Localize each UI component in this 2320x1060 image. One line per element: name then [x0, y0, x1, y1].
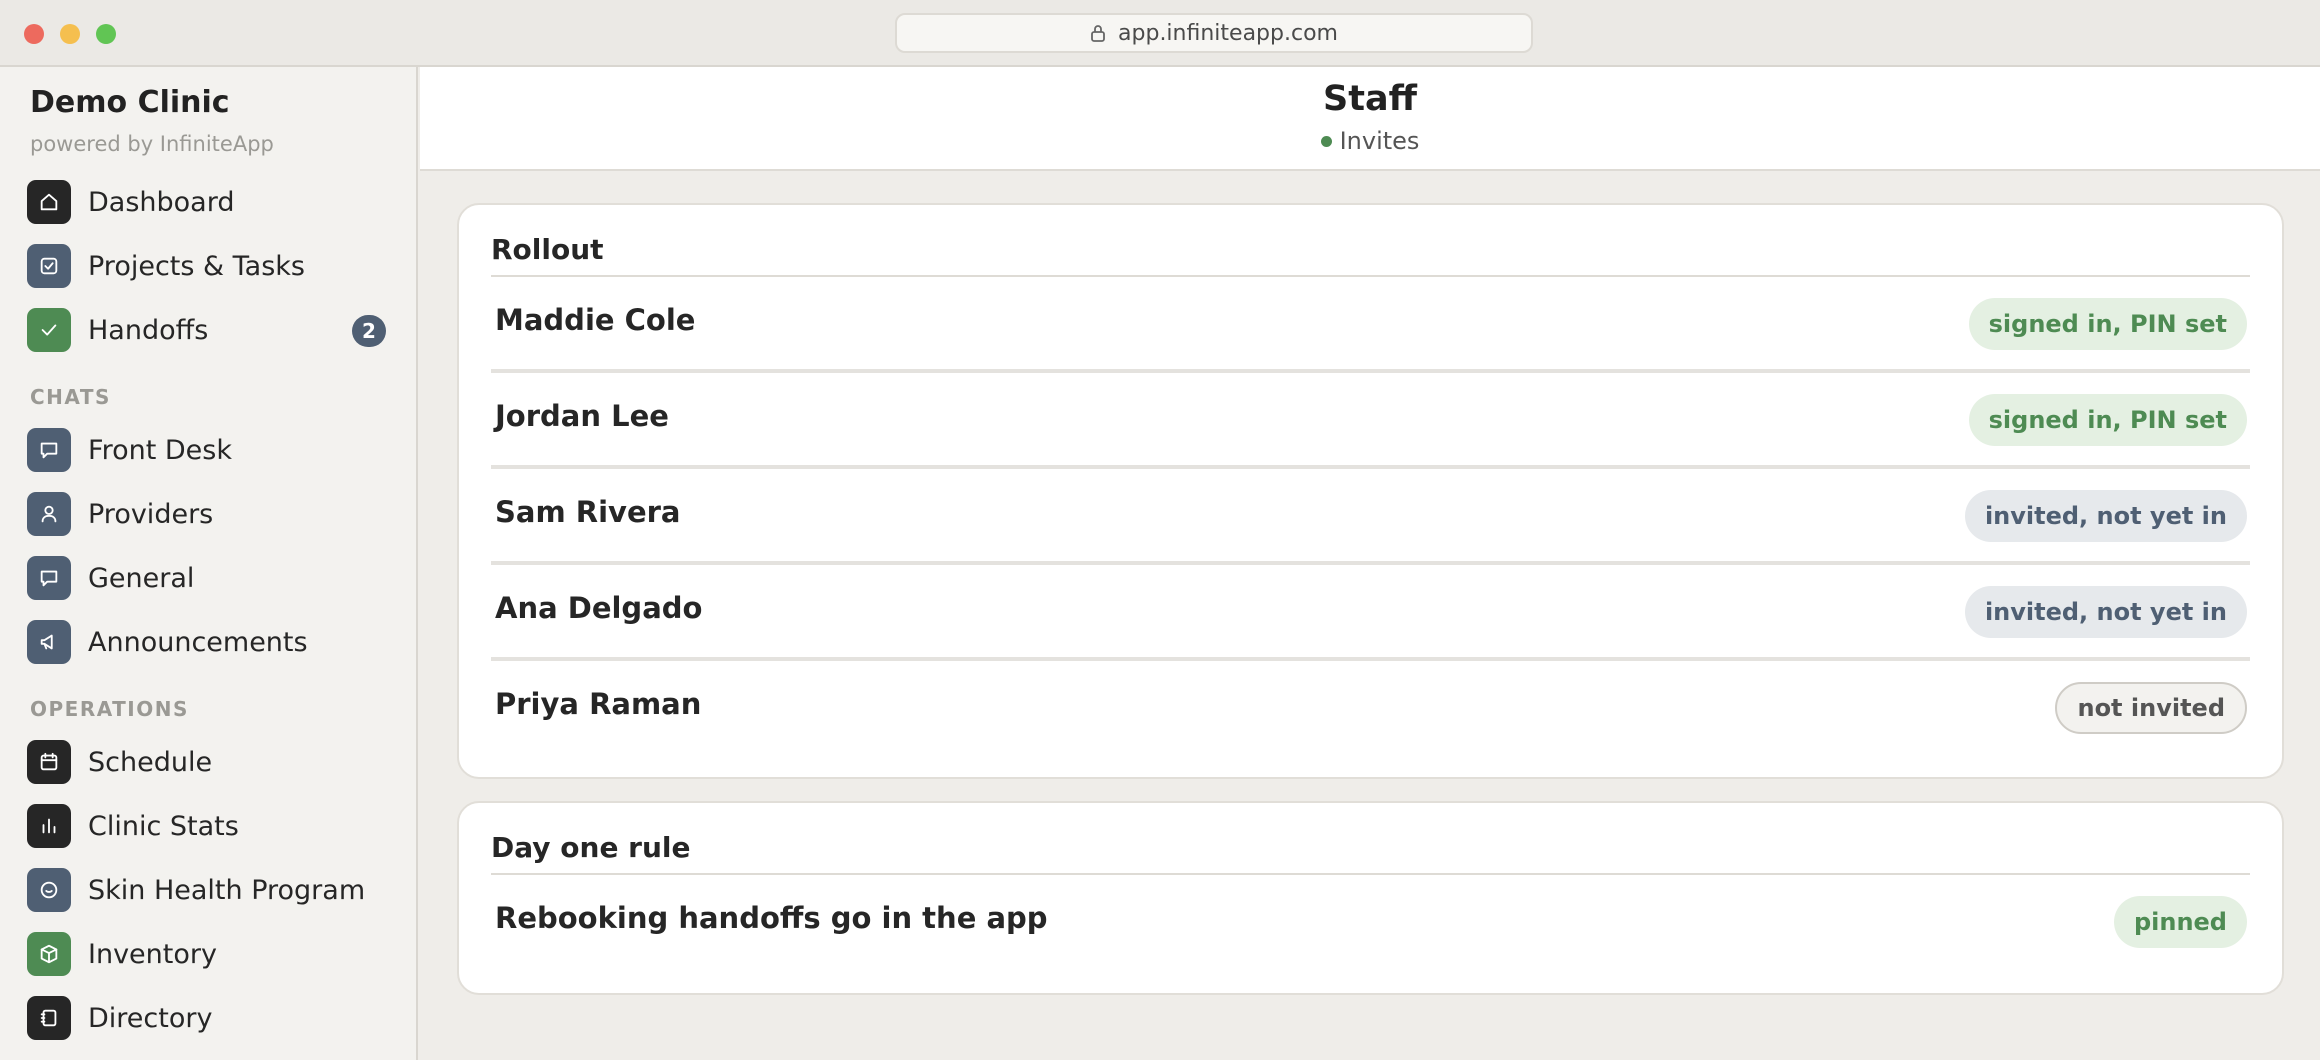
sidebar-item-clinic-stats[interactable]: Clinic Stats: [27, 803, 397, 849]
staff-row[interactable]: Maddie Cole signed in, PIN set: [491, 277, 2250, 373]
close-window-button[interactable]: [24, 24, 44, 44]
sidebar-item-label: Projects & Tasks: [88, 250, 306, 282]
sidebar-item-label: Directory: [88, 1002, 213, 1034]
person-icon: [27, 492, 71, 536]
sidebar-item-providers[interactable]: Providers: [27, 491, 397, 537]
rollout-card-title: Rollout: [491, 233, 604, 266]
contact-book-icon: [27, 996, 71, 1040]
brand: Demo Clinic powered by InfiniteApp: [30, 85, 274, 156]
lock-icon: [1091, 25, 1105, 42]
check-icon: [27, 308, 71, 352]
staff-row[interactable]: Jordan Lee signed in, PIN set: [491, 373, 2250, 469]
url-text: app.infiniteapp.com: [1118, 20, 1338, 46]
pinned-badge: pinned: [2113, 896, 2247, 948]
staff-name: Ana Delgado: [495, 591, 703, 625]
section-label-chats: CHATS: [30, 385, 111, 409]
page-header: Staff Invites: [420, 67, 2320, 171]
sidebar-item-label: Inventory: [88, 938, 217, 970]
sidebar-item-inventory[interactable]: Inventory: [27, 931, 397, 977]
megaphone-icon: [27, 620, 71, 664]
status-badge: signed in, PIN set: [1968, 394, 2247, 446]
status-badge: invited, not yet in: [1964, 586, 2247, 638]
sidebar-item-front-desk[interactable]: Front Desk: [27, 427, 397, 473]
address-bar[interactable]: app.infiniteapp.com: [895, 13, 1533, 53]
day-one-card-title: Day one rule: [491, 831, 691, 864]
staff-row[interactable]: Priya Raman not invited: [491, 661, 2250, 757]
sidebar-item-general[interactable]: General: [27, 555, 397, 601]
section-label-operations: OPERATIONS: [30, 697, 189, 721]
sidebar-item-dashboard[interactable]: Dashboard: [27, 179, 397, 225]
staff-name: Maddie Cole: [495, 303, 696, 337]
sidebar-item-label: Announcements: [88, 626, 308, 658]
sidebar-item-projects-tasks[interactable]: Projects & Tasks: [27, 243, 397, 289]
minimize-window-button[interactable]: [60, 24, 80, 44]
brand-subtitle: powered by InfiniteApp: [30, 132, 274, 156]
handoffs-count-badge: 2: [352, 315, 386, 347]
sidebar-item-label: Dashboard: [88, 186, 235, 218]
sidebar-item-handoffs[interactable]: Handoffs 2: [27, 307, 397, 353]
page-title: Staff: [1323, 79, 1417, 119]
sidebar-item-label: Providers: [88, 498, 214, 530]
sidebar-item-directory[interactable]: Directory: [27, 995, 397, 1041]
checkbox-icon: [27, 244, 71, 288]
sidebar-item-label: Clinic Stats: [88, 810, 239, 842]
calendar-icon: [27, 740, 71, 784]
rollout-card: Rollout Maddie Cole signed in, PIN set J…: [457, 203, 2284, 779]
staff-name: Priya Raman: [495, 687, 702, 721]
staff-row[interactable]: Ana Delgado invited, not yet in: [491, 565, 2250, 661]
sidebar-item-announcements[interactable]: Announcements: [27, 619, 397, 665]
status-dot-icon: [1320, 135, 1332, 147]
home-icon: [27, 180, 71, 224]
sidebar-item-label: Handoffs: [88, 314, 209, 346]
sidebar: Demo Clinic powered by InfiniteApp Dashb…: [0, 67, 418, 1060]
page-subtitle: Invites: [420, 127, 2320, 155]
staff-name: Jordan Lee: [495, 399, 669, 433]
status-badge: signed in, PIN set: [1968, 298, 2247, 350]
rule-text: Rebooking handoffs go in the app: [495, 901, 1048, 935]
sidebar-item-schedule[interactable]: Schedule: [27, 739, 397, 785]
chat-bubble-icon: [27, 556, 71, 600]
sidebar-item-label: Front Desk: [88, 434, 232, 466]
status-badge: invited, not yet in: [1964, 490, 2247, 542]
sidebar-item-label: Skin Health Program: [88, 874, 366, 906]
sidebar-item-label: General: [88, 562, 195, 594]
staff-name: Sam Rivera: [495, 495, 681, 529]
sidebar-item-label: Schedule: [88, 746, 213, 778]
day-one-rule-card: Day one rule Rebooking handoffs go in th…: [457, 801, 2284, 995]
chat-bubble-icon: [27, 428, 71, 472]
status-badge[interactable]: not invited: [2055, 682, 2247, 734]
sidebar-item-skin-health-program[interactable]: Skin Health Program: [27, 867, 397, 913]
brand-title: Demo Clinic: [30, 85, 230, 120]
staff-row[interactable]: Sam Rivera invited, not yet in: [491, 469, 2250, 565]
rule-row[interactable]: Rebooking handoffs go in the app pinned: [491, 875, 2250, 971]
box-icon: [27, 932, 71, 976]
maximize-window-button[interactable]: [96, 24, 116, 44]
bar-chart-icon: [27, 804, 71, 848]
smile-icon: [27, 868, 71, 912]
page-subtitle-text: Invites: [1339, 127, 1420, 155]
browser-titlebar: app.infiniteapp.com: [0, 0, 2320, 67]
